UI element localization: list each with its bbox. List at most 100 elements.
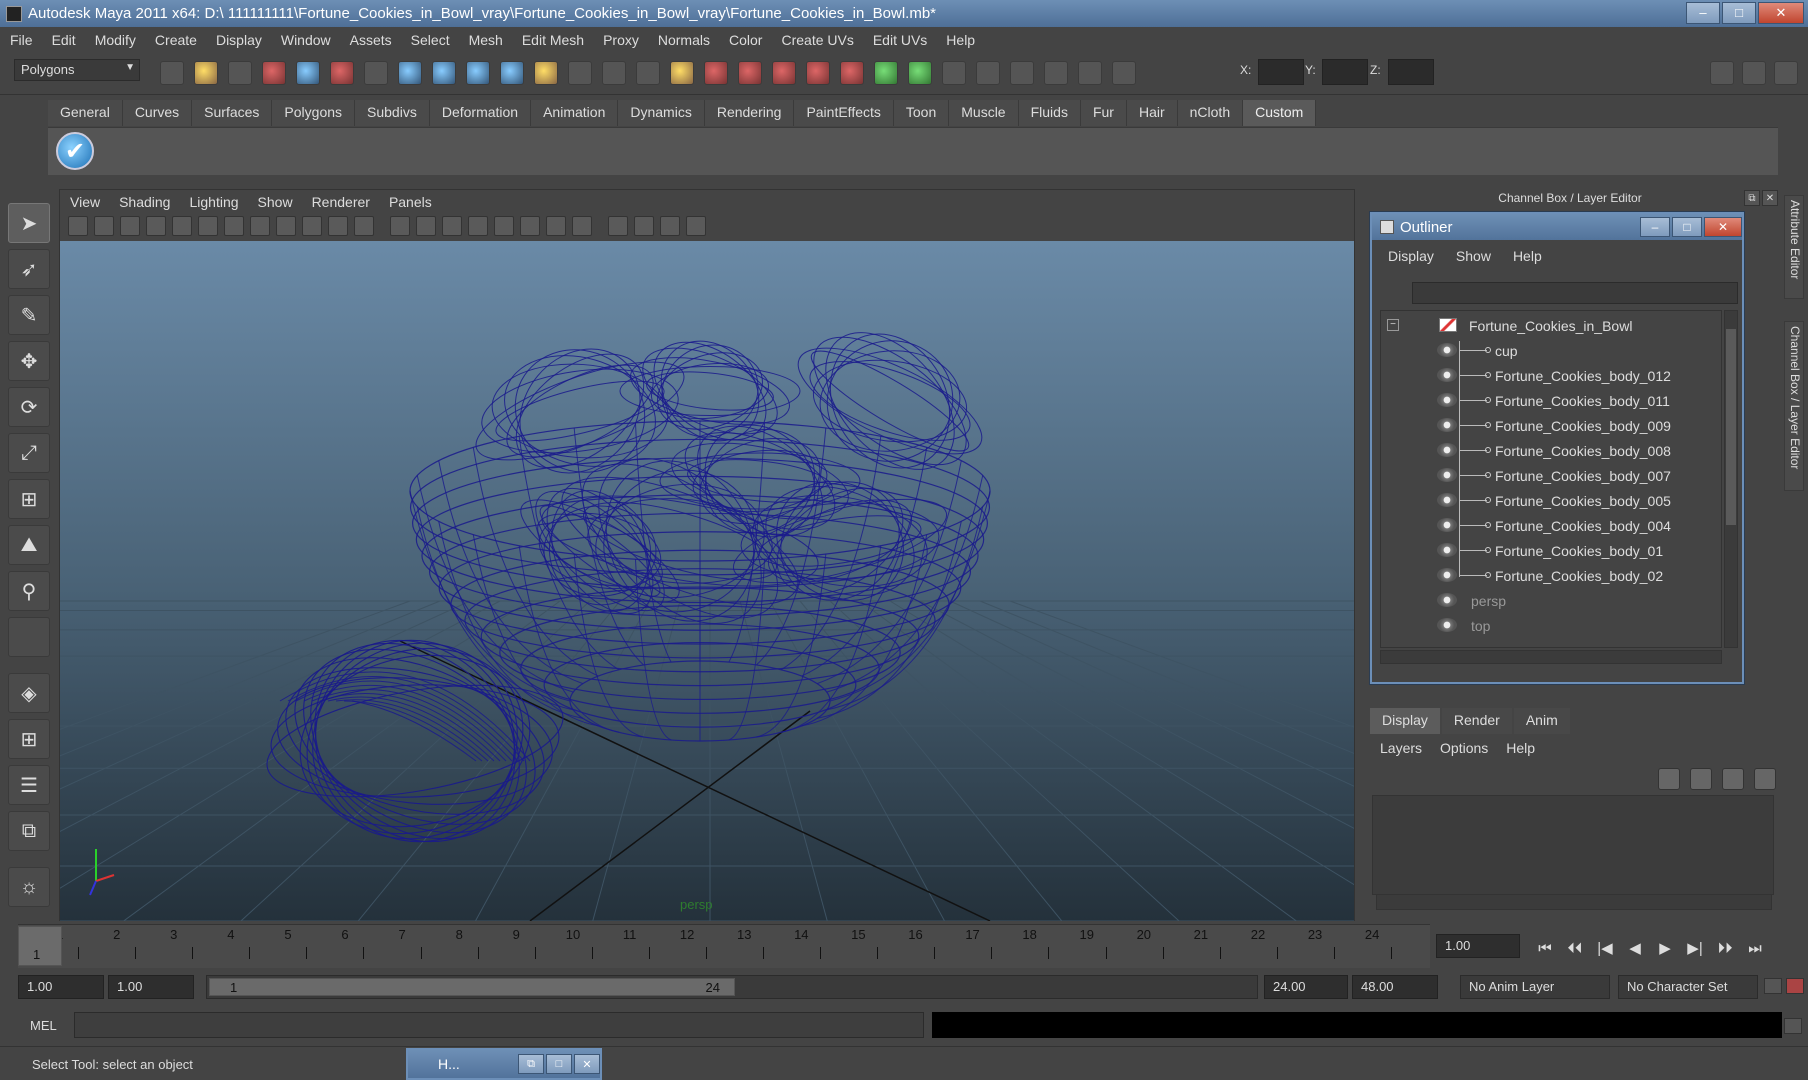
paint-select-tool-icon[interactable]: ✎: [8, 295, 50, 335]
make-live-icon[interactable]: [534, 61, 558, 85]
resolution-gate-icon[interactable]: [250, 216, 270, 236]
outliner-menu-help[interactable]: Help: [1513, 248, 1542, 264]
layer-tab-display[interactable]: Display: [1370, 708, 1440, 734]
minimized-restore-button[interactable]: ⧉: [518, 1054, 544, 1074]
move-tool-icon[interactable]: ✥: [8, 341, 50, 381]
outliner-camera-item[interactable]: top: [1381, 613, 1721, 638]
paint-weights-icon[interactable]: [1010, 61, 1034, 85]
shelf-tab-dynamics[interactable]: Dynamics: [618, 100, 705, 126]
outliner-item[interactable]: Fortune_Cookies_body_012: [1381, 363, 1721, 388]
safe-action-icon[interactable]: [328, 216, 348, 236]
shelf-tab-polygons[interactable]: Polygons: [272, 100, 356, 126]
outliner-item[interactable]: Fortune_Cookies_body_01: [1381, 538, 1721, 563]
go-to-start-button[interactable]: ⏮: [1530, 936, 1560, 960]
outliner-minimize-button[interactable]: –: [1640, 217, 1670, 237]
move-layer-up-icon[interactable]: [1658, 768, 1680, 790]
menu-edit[interactable]: Edit: [52, 32, 76, 48]
move-layer-down-icon[interactable]: [1690, 768, 1712, 790]
outliner-horizontal-scrollbar[interactable]: [1380, 650, 1722, 664]
outliner-item[interactable]: Fortune_Cookies_body_008: [1381, 438, 1721, 463]
shelf-tab-fluids[interactable]: Fluids: [1018, 100, 1081, 126]
save-scene-icon[interactable]: [228, 61, 252, 85]
z-coordinate-field[interactable]: [1388, 59, 1434, 85]
minimize-button[interactable]: –: [1686, 1, 1720, 24]
grid-toggle-icon[interactable]: [198, 216, 218, 236]
shelf-tab-rendering[interactable]: Rendering: [704, 100, 795, 126]
go-to-end-button[interactable]: ⏭: [1740, 936, 1770, 960]
high-quality-icon[interactable]: [686, 216, 706, 236]
close-panel-icon[interactable]: ✕: [1762, 190, 1778, 206]
playback-end-field[interactable]: 24.00: [1264, 975, 1348, 999]
step-forward-key-button[interactable]: ⏵⏵: [1710, 936, 1740, 960]
menu-create-uvs[interactable]: Create UVs: [781, 32, 853, 48]
menu-color[interactable]: Color: [729, 32, 762, 48]
step-forward-frame-button[interactable]: ▶|: [1680, 936, 1710, 960]
panel-menu-lighting[interactable]: Lighting: [189, 194, 238, 210]
current-frame-marker[interactable]: 1: [18, 926, 62, 966]
layer-tab-render[interactable]: Render: [1441, 708, 1512, 734]
modelling-toolkit-icon[interactable]: [976, 61, 1000, 85]
select-by-hierarchy-icon[interactable]: [262, 61, 286, 85]
shelf-tab-hair[interactable]: Hair: [1126, 100, 1178, 126]
single-perspective-layout-icon[interactable]: ◈: [8, 673, 50, 713]
input-history-icon[interactable]: [568, 61, 592, 85]
outliner-item[interactable]: Fortune_Cookies_body_009: [1381, 413, 1721, 438]
layer-menu-help[interactable]: Help: [1506, 740, 1535, 756]
select-by-object-type-icon[interactable]: [296, 61, 320, 85]
layer-horizontal-scrollbar[interactable]: [1376, 894, 1772, 910]
two-d-pan-icon[interactable]: [146, 216, 166, 236]
four-view-layout-icon[interactable]: ⊞: [8, 719, 50, 759]
maximize-button[interactable]: □: [1722, 1, 1756, 24]
select-mask-icon[interactable]: [364, 61, 388, 85]
playback-start-field[interactable]: 1.00: [108, 975, 194, 999]
smooth-shade-all-icon[interactable]: [442, 216, 462, 236]
isolate-select-icon[interactable]: [608, 216, 628, 236]
menu-display[interactable]: Display: [216, 32, 262, 48]
snap-to-point-icon[interactable]: [466, 61, 490, 85]
outliner-filter-input[interactable]: [1412, 282, 1738, 304]
xray-icon[interactable]: [634, 216, 654, 236]
outliner-menu-display[interactable]: Display: [1388, 248, 1434, 264]
auto-key-icon[interactable]: [1764, 978, 1782, 994]
camera-attributes-icon[interactable]: [68, 216, 88, 236]
outliner-item[interactable]: Fortune_Cookies_body_02: [1381, 563, 1721, 588]
ipr-render-icon[interactable]: [806, 61, 830, 85]
shelf-tab-painteffects[interactable]: PaintEffects: [794, 100, 894, 126]
outliner-menu-show[interactable]: Show: [1456, 248, 1491, 264]
panel-menu-renderer[interactable]: Renderer: [312, 194, 370, 210]
layer-menu-layers[interactable]: Layers: [1380, 740, 1422, 756]
shelf-tab-toon[interactable]: Toon: [893, 100, 950, 126]
snapshot-icon[interactable]: [942, 61, 966, 85]
wireframe-shading-icon[interactable]: [390, 216, 410, 236]
texture-editor-icon[interactable]: [1044, 61, 1068, 85]
outliner-item[interactable]: Fortune_Cookies_body_007: [1381, 463, 1721, 488]
mel-command-input[interactable]: [74, 1012, 924, 1038]
smooth-shading-icon[interactable]: [416, 216, 436, 236]
step-back-frame-button[interactable]: |◀: [1590, 936, 1620, 960]
textured-icon[interactable]: [494, 216, 514, 236]
show-manipulator-icon[interactable]: ⚲: [8, 571, 50, 611]
wireframe-on-shaded-icon[interactable]: [468, 216, 488, 236]
shelf-tab-animation[interactable]: Animation: [531, 100, 619, 126]
bookmark-icon[interactable]: [94, 216, 114, 236]
attribute-editor-tab[interactable]: Attribute Editor: [1784, 195, 1804, 299]
shelf-tab-muscle[interactable]: Muscle: [949, 100, 1019, 126]
grease-pencil-icon[interactable]: [172, 216, 192, 236]
outliner-camera-item[interactable]: persp: [1381, 588, 1721, 613]
xray-joints-icon[interactable]: [660, 216, 680, 236]
outliner-item[interactable]: Fortune_Cookies_body_004: [1381, 513, 1721, 538]
y-coordinate-field[interactable]: [1322, 59, 1368, 85]
menu-modify[interactable]: Modify: [95, 32, 136, 48]
shelf-tab-subdivs[interactable]: Subdivs: [355, 100, 430, 126]
last-tool-slot-icon[interactable]: [8, 617, 50, 657]
shadows-icon[interactable]: [546, 216, 566, 236]
end-time-field[interactable]: 48.00: [1352, 975, 1438, 999]
shelf-tab-surfaces[interactable]: Surfaces: [192, 100, 273, 126]
use-all-lights-icon[interactable]: [520, 216, 540, 236]
new-layer-icon[interactable]: [1722, 768, 1744, 790]
menu-edit-uvs[interactable]: Edit UVs: [873, 32, 927, 48]
selection-highlight-icon[interactable]: [704, 61, 728, 85]
menu-select[interactable]: Select: [411, 32, 450, 48]
sculpt-icon[interactable]: [1078, 61, 1102, 85]
scale-tool-icon[interactable]: ⤢: [8, 433, 50, 473]
